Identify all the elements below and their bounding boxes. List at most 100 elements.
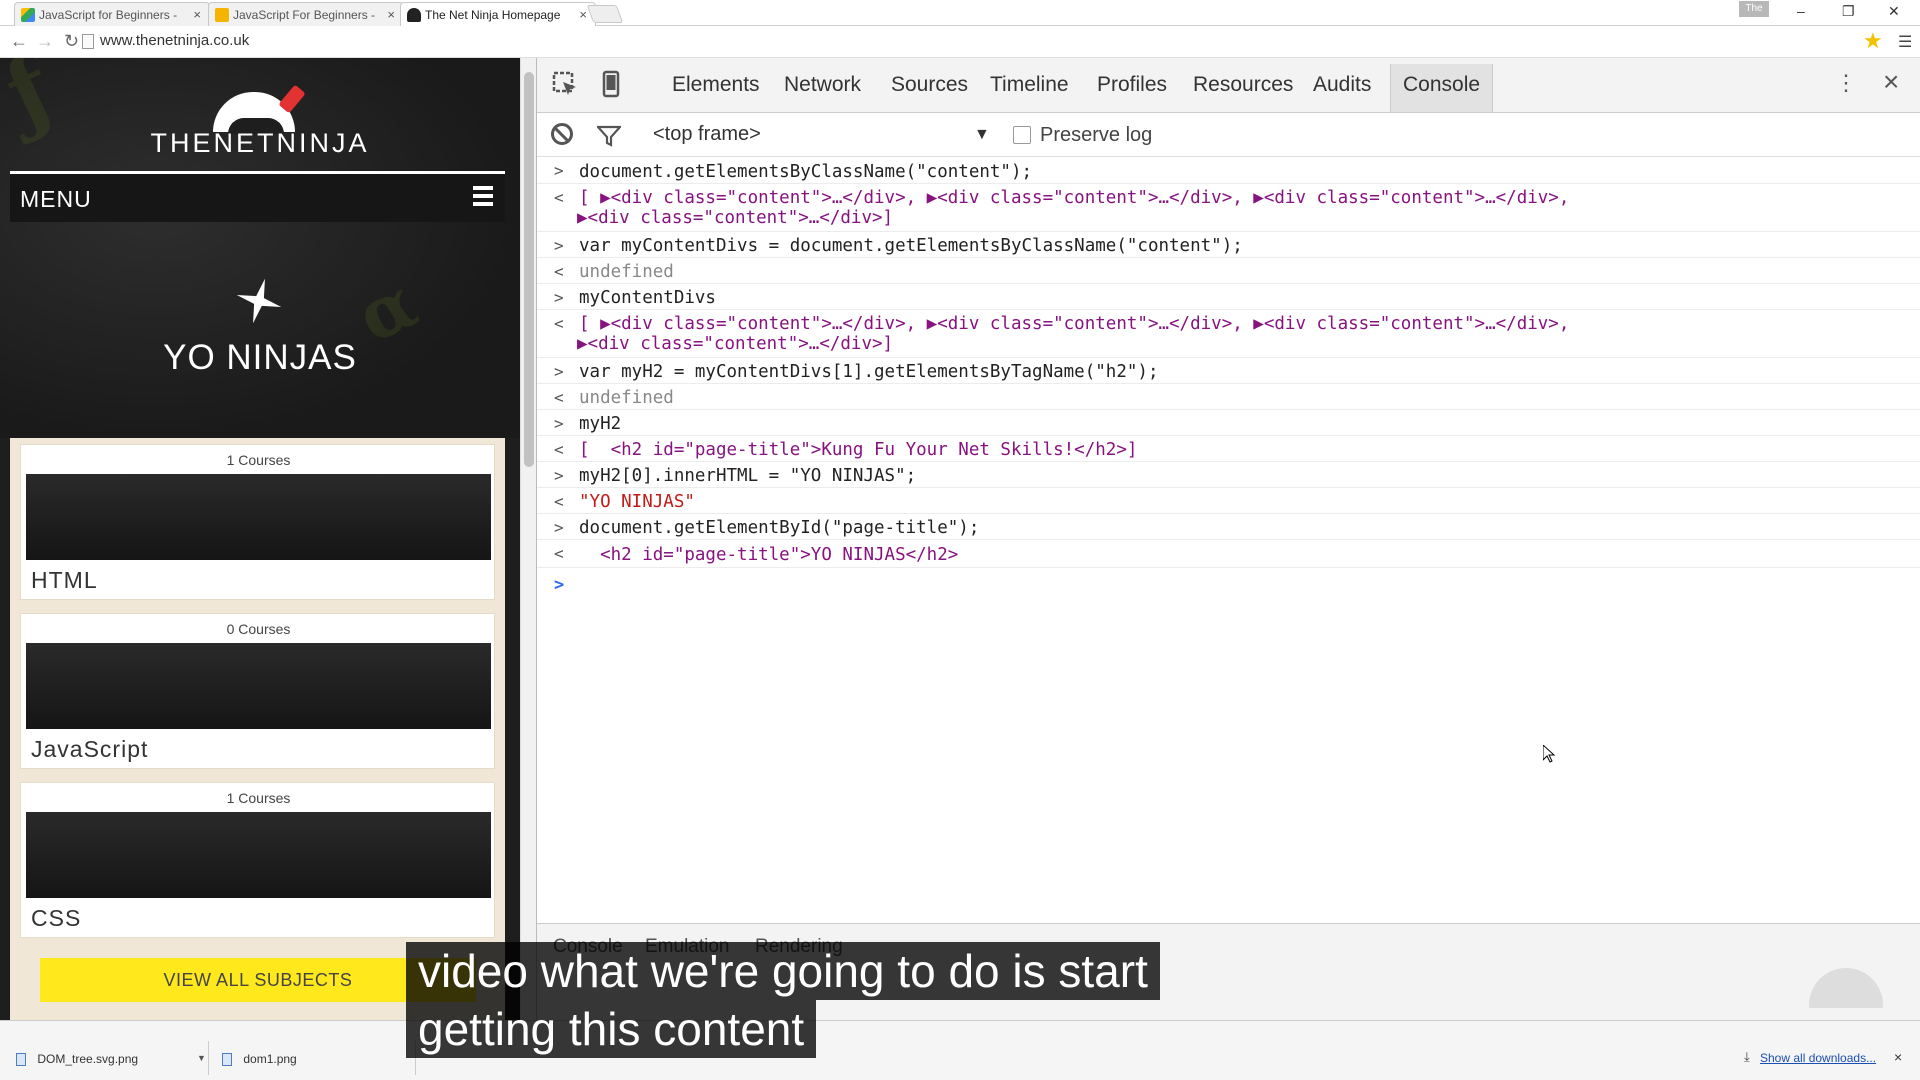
page-title: YO NINJAS: [163, 338, 357, 377]
clear-console-icon[interactable]: [551, 123, 573, 145]
course-count: 1 Courses: [226, 452, 291, 468]
browser-menu-icon[interactable]: ☰: [1898, 32, 1912, 52]
browser-tab-1[interactable]: JavaScript for Beginners - ×: [14, 2, 210, 26]
site-menu-bar[interactable]: MENU: [10, 171, 505, 222]
chevron-down-icon[interactable]: ▼: [197, 1053, 206, 1063]
tab-console[interactable]: Console: [1390, 64, 1494, 112]
course-count: 0 Courses: [226, 621, 291, 637]
console-input-line: > myH2: [537, 410, 1920, 436]
output-arrow-icon: <: [554, 314, 564, 333]
input-prompt-icon: >: [554, 466, 564, 485]
forward-arrow-icon[interactable]: →: [36, 31, 54, 52]
close-shelf-icon[interactable]: ×: [1894, 1049, 1902, 1065]
browser-tab-2[interactable]: JavaScript For Beginners - ×: [208, 2, 404, 26]
download-icon: ⤓: [1744, 1049, 1750, 1064]
download-item[interactable]: dom1.png: [222, 1041, 297, 1075]
scrollbar-thumb[interactable]: [524, 72, 534, 467]
console-code: "YO NINJAS": [579, 492, 695, 512]
console-input-line: > document.getElementById("page-title");: [537, 514, 1920, 540]
input-prompt-icon: >: [554, 288, 564, 307]
filter-icon[interactable]: [597, 125, 621, 147]
browser-tab-3[interactable]: The Net Ninja Homepage ×: [400, 2, 596, 27]
page-icon: [82, 34, 94, 49]
divider: [208, 1041, 209, 1075]
frame-selector[interactable]: <top frame>: [653, 123, 761, 146]
console-code[interactable]: ▶<div class="content">…</div>]: [577, 334, 893, 354]
subtitle-line: video what we're going to do is start: [406, 942, 1160, 1000]
site-scrollbar[interactable]: [520, 58, 536, 1020]
inspect-element-icon[interactable]: [551, 70, 579, 98]
console-code[interactable]: ▶<div class="content">…</div>]: [577, 208, 893, 228]
profile-badge[interactable]: The: [1739, 1, 1769, 17]
tab-audits[interactable]: Audits: [1313, 73, 1371, 97]
tab-elements[interactable]: Elements: [672, 73, 760, 97]
minimize-button[interactable]: –: [1797, 3, 1805, 19]
console-output[interactable]: > document.getElementsByClassName("conte…: [537, 157, 1920, 923]
console-code[interactable]: [ <h2 id="page-title">Kung Fu Your Net S…: [579, 440, 1137, 460]
reload-icon[interactable]: ↻: [64, 31, 79, 52]
course-image: [26, 812, 491, 898]
download-filename: dom1.png: [243, 1052, 297, 1066]
console-prompt-caret[interactable]: >: [554, 575, 564, 595]
console-output-line: < [ <h2 id="page-title">Kung Fu Your Net…: [537, 436, 1920, 462]
console-code[interactable]: [ ▶<div class="content">…</div>, ▶<div c…: [579, 314, 1569, 334]
show-all-downloads-link[interactable]: Show all downloads...: [1760, 1051, 1876, 1065]
output-arrow-icon: <: [554, 440, 564, 459]
restore-button[interactable]: ❐: [1842, 3, 1855, 20]
console-input-line: > var myH2 = myContentDivs[1].getElement…: [537, 358, 1920, 384]
address-bar[interactable]: www.thenetninja.co.uk: [100, 32, 249, 49]
tab-close-icon[interactable]: ×: [387, 7, 395, 22]
course-name: CSS: [31, 905, 82, 931]
slides-icon: [215, 8, 229, 22]
tab-network[interactable]: Network: [784, 73, 861, 97]
bookmark-star-icon[interactable]: ★: [1863, 28, 1883, 54]
new-tab-button[interactable]: [586, 5, 624, 23]
console-code: var myH2 = myContentDivs[1].getElementsB…: [579, 362, 1159, 382]
site-logo[interactable]: THENETNINJA: [0, 128, 520, 159]
download-item[interactable]: DOM_tree.svg.png: [16, 1041, 138, 1075]
tab-sources[interactable]: Sources: [891, 73, 968, 97]
console-toolbar: <top frame> ▼ Preserve log: [537, 113, 1920, 157]
google-drive-icon: [21, 8, 35, 22]
back-arrow-icon[interactable]: ←: [10, 31, 28, 52]
console-code: document.getElementsByClassName("content…: [579, 162, 1033, 182]
website-viewport: ƒ α THENETNINJA MENU YO NINJAS 1 Courses…: [0, 58, 520, 1020]
input-prompt-icon: >: [554, 362, 564, 381]
input-prompt-icon: >: [554, 236, 564, 255]
preserve-log-checkbox[interactable]: [1013, 126, 1031, 144]
net-ninja-icon: [407, 8, 421, 22]
course-card-css[interactable]: 1 Courses CSS: [20, 782, 495, 938]
devtools-panel: Elements Network Sources Timeline Profil…: [536, 58, 1920, 1020]
mouse-cursor-icon: [1543, 745, 1555, 763]
console-input-line: > document.getElementsByClassName("conte…: [537, 157, 1920, 184]
output-arrow-icon: <: [554, 262, 564, 281]
console-code: var myContentDivs = document.getElements…: [579, 236, 1243, 256]
tab-title: The Net Ninja Homepage: [425, 8, 561, 22]
tab-profiles[interactable]: Profiles: [1097, 73, 1167, 97]
tab-resources[interactable]: Resources: [1193, 73, 1293, 97]
console-code: undefined: [579, 388, 674, 408]
device-mode-icon[interactable]: [597, 70, 625, 98]
tab-close-icon[interactable]: ×: [579, 7, 587, 22]
output-arrow-icon: <: [554, 544, 564, 563]
console-code[interactable]: [ ▶<div class="content">…</div>, ▶<div c…: [579, 188, 1569, 208]
tab-title: JavaScript for Beginners -: [39, 8, 178, 22]
tab-close-icon[interactable]: ×: [193, 7, 201, 22]
close-devtools-icon[interactable]: ×: [1883, 66, 1899, 98]
more-options-icon[interactable]: ⋮: [1835, 70, 1857, 96]
course-card-javascript[interactable]: 0 Courses JavaScript: [20, 613, 495, 769]
devtools-tab-bar: Elements Network Sources Timeline Profil…: [537, 58, 1920, 113]
console-input-line: > myH2[0].innerHTML = "YO NINJAS";: [537, 462, 1920, 488]
console-output-line: < <h2 id="page-title">YO NINJAS</h2>: [537, 540, 1920, 568]
output-arrow-icon: <: [554, 388, 564, 407]
shuriken-icon: [236, 278, 282, 324]
console-input-line: > myContentDivs: [537, 284, 1920, 310]
close-window-button[interactable]: ✕: [1888, 3, 1900, 20]
course-card-html[interactable]: 1 Courses HTML: [20, 444, 495, 600]
chevron-down-icon[interactable]: ▼: [974, 126, 990, 144]
console-code[interactable]: <h2 id="page-title">YO NINJAS</h2>: [579, 545, 958, 565]
input-prompt-icon: >: [554, 161, 564, 180]
hamburger-menu-icon[interactable]: [473, 186, 493, 208]
tab-timeline[interactable]: Timeline: [990, 73, 1069, 97]
console-code: myContentDivs: [579, 288, 716, 308]
